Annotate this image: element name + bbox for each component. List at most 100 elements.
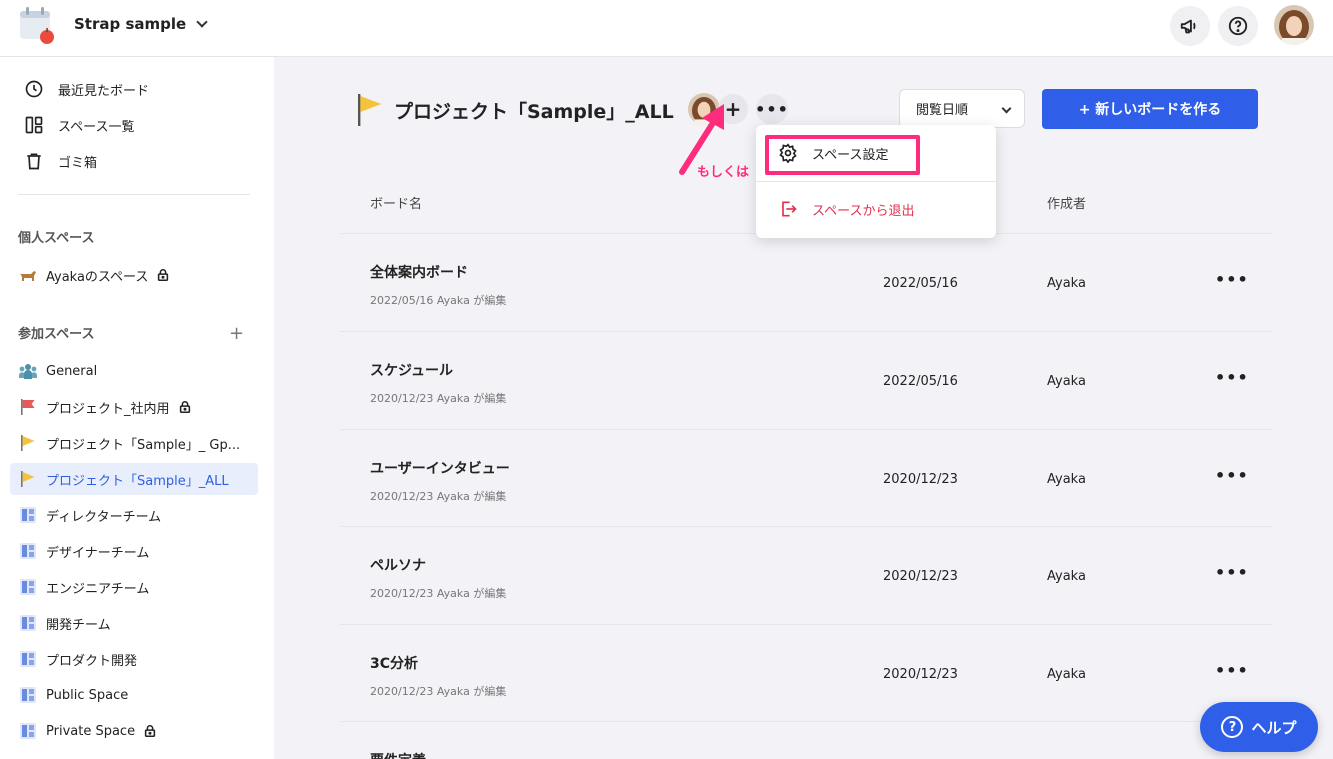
workspace-switcher[interactable]: Strap sample xyxy=(74,15,208,33)
menu-item-leave-space[interactable]: スペースから退出 xyxy=(778,199,914,219)
board-icon xyxy=(18,541,38,561)
board-edited-info: 2022/05/16 Ayaka が編集 xyxy=(370,294,507,307)
nav-label: 最近見たボード xyxy=(58,83,150,99)
table-row[interactable]: 全体案内ボード 2022/05/16 Ayaka が編集 2022/05/16 … xyxy=(340,233,1272,331)
top-bar: Strap sample xyxy=(0,0,1333,57)
sidebar-item-product-dev[interactable]: プロダクト開発 xyxy=(10,643,258,675)
board-icon xyxy=(18,613,38,633)
column-header-author: 作成者 xyxy=(1047,197,1087,212)
workspace-name: Strap sample xyxy=(74,15,187,33)
joined-space-title: 参加スペース xyxy=(18,327,95,342)
nav-label: ゴミ箱 xyxy=(58,155,98,171)
annotation-text: もしくは xyxy=(697,165,750,180)
board-name: スケジュール xyxy=(370,363,454,379)
table-row[interactable]: ペルソナ 2020/12/23 Ayaka が編集 2020/12/23 Aya… xyxy=(340,526,1272,624)
board-author: Ayaka xyxy=(1047,374,1086,389)
yellow-flag-icon xyxy=(18,433,38,453)
lock-icon xyxy=(144,725,156,738)
lock-icon xyxy=(179,401,190,414)
board-edited-info: 2020/12/23 Ayaka が編集 xyxy=(370,587,507,600)
board-edited-info: 2020/12/23 Ayaka が編集 xyxy=(370,685,507,698)
board-icon xyxy=(18,505,38,525)
sidebar-item-project-internal[interactable]: プロジェクト_社内用 xyxy=(10,391,258,423)
sidebar-item-project-sample-gp[interactable]: プロジェクト「Sample」_ Gp... xyxy=(10,427,258,459)
board-icon xyxy=(18,649,38,669)
sidebar-item-label: ディレクターチーム xyxy=(46,509,162,525)
sidebar-item-label: プロジェクト_社内用 xyxy=(46,401,170,417)
board-name: ペルソナ xyxy=(370,558,426,574)
sidebar-item-private-space[interactable]: Private Space xyxy=(10,715,258,747)
row-more-button[interactable]: ••• xyxy=(1215,466,1249,485)
chevron-down-icon xyxy=(1001,103,1012,114)
sort-select[interactable]: 閲覧日順 xyxy=(899,89,1025,128)
table-row[interactable]: ユーザーインタビュー 2020/12/23 Ayaka が編集 2020/12/… xyxy=(340,429,1272,527)
sidebar-item-designer-team[interactable]: デザイナーチーム xyxy=(10,535,258,567)
personal-space-title: 個人スペース xyxy=(18,231,95,246)
add-space-button[interactable]: + xyxy=(229,323,244,344)
board-author: Ayaka xyxy=(1047,472,1086,487)
sidebar-item-personal-space[interactable]: Ayakaのスペース xyxy=(10,259,258,291)
board-author: Ayaka xyxy=(1047,667,1086,682)
sidebar-item-label: プロダクト開発 xyxy=(46,653,138,669)
sidebar-item-engineer-team[interactable]: エンジニアチーム xyxy=(10,571,258,603)
board-name: ユーザーインタビュー xyxy=(370,461,510,477)
board-icon xyxy=(18,721,38,741)
table-row[interactable]: 要件定義 xyxy=(340,721,1272,759)
sidebar-item-label: エンジニアチーム xyxy=(46,581,150,597)
board-icon xyxy=(18,685,38,705)
sidebar-item-dev-team[interactable]: 開発チーム xyxy=(10,607,258,639)
help-button[interactable]: ? ヘルプ xyxy=(1200,702,1318,752)
board-name: 3C分析 xyxy=(370,656,419,672)
row-more-button[interactable]: ••• xyxy=(1215,368,1249,387)
row-more-button[interactable]: ••• xyxy=(1215,563,1249,582)
nav-recent-boards[interactable]: 最近見たボード xyxy=(24,79,149,99)
menu-divider xyxy=(756,181,996,182)
chevron-down-icon xyxy=(196,16,208,28)
yellow-flag-icon xyxy=(358,94,382,126)
sidebar-item-general[interactable]: General xyxy=(10,355,258,387)
row-more-button[interactable]: ••• xyxy=(1215,661,1249,680)
trash-icon xyxy=(27,153,41,170)
sidebar-item-label: 開発チーム xyxy=(46,617,111,633)
avatar-photo-icon xyxy=(1274,5,1314,45)
board-date: 2022/05/16 xyxy=(883,276,958,291)
row-more-button[interactable]: ••• xyxy=(1215,270,1249,289)
nav-space-list[interactable]: スペース一覧 xyxy=(24,115,134,135)
dog-icon xyxy=(18,265,38,285)
highlight-annotation-box xyxy=(765,135,920,175)
board-name: 全体案内ボード xyxy=(370,265,468,281)
sort-label: 閲覧日順 xyxy=(916,103,969,118)
announcement-button[interactable] xyxy=(1170,6,1210,46)
board-date: 2020/12/23 xyxy=(883,472,958,487)
user-avatar[interactable] xyxy=(1274,5,1314,45)
sidebar-item-director-team[interactable]: ディレクターチーム xyxy=(10,499,258,531)
sidebar-item-label: General xyxy=(46,363,98,379)
exit-icon xyxy=(782,201,797,217)
red-flag-icon xyxy=(18,397,38,417)
sidebar-item-label: プロジェクト「Sample」_ Gp... xyxy=(46,437,241,453)
table-row[interactable]: 3C分析 2020/12/23 Ayaka が編集 2020/12/23 Aya… xyxy=(340,624,1272,722)
board-author: Ayaka xyxy=(1047,276,1086,291)
megaphone-icon xyxy=(1180,19,1196,34)
sidebar-item-label: Ayakaのスペース xyxy=(46,269,149,285)
nav-trash[interactable]: ゴミ箱 xyxy=(24,151,97,171)
space-more-button[interactable]: ••• xyxy=(755,94,788,124)
board-author: Ayaka xyxy=(1047,569,1086,584)
table-row[interactable]: スケジュール 2020/12/23 Ayaka が編集 2022/05/16 A… xyxy=(340,331,1272,429)
sidebar-item-project-sample-all[interactable]: プロジェクト「Sample」_ALL xyxy=(10,463,258,495)
sidebar: 最近見たボード スペース一覧 ゴミ箱 個人スペース Ayakaのスペース 参加ス… xyxy=(0,57,274,759)
app-logo-icon[interactable] xyxy=(18,6,58,46)
board-date: 2022/05/16 xyxy=(883,374,958,389)
sidebar-item-public-space[interactable]: Public Space xyxy=(10,679,258,711)
question-icon xyxy=(1228,16,1248,36)
new-board-button[interactable]: + 新しいボードを作る xyxy=(1042,89,1258,129)
team-icon xyxy=(18,361,38,381)
board-date: 2020/12/23 xyxy=(883,569,958,584)
lock-icon xyxy=(158,269,169,282)
board-edited-info: 2020/12/23 Ayaka が編集 xyxy=(370,392,507,405)
sidebar-item-label: Private Space xyxy=(46,723,136,739)
question-icon: ? xyxy=(1221,716,1244,738)
board-edited-info: 2020/12/23 Ayaka が編集 xyxy=(370,490,507,503)
grid-icon xyxy=(25,116,43,134)
help-circle-button[interactable] xyxy=(1218,6,1258,46)
